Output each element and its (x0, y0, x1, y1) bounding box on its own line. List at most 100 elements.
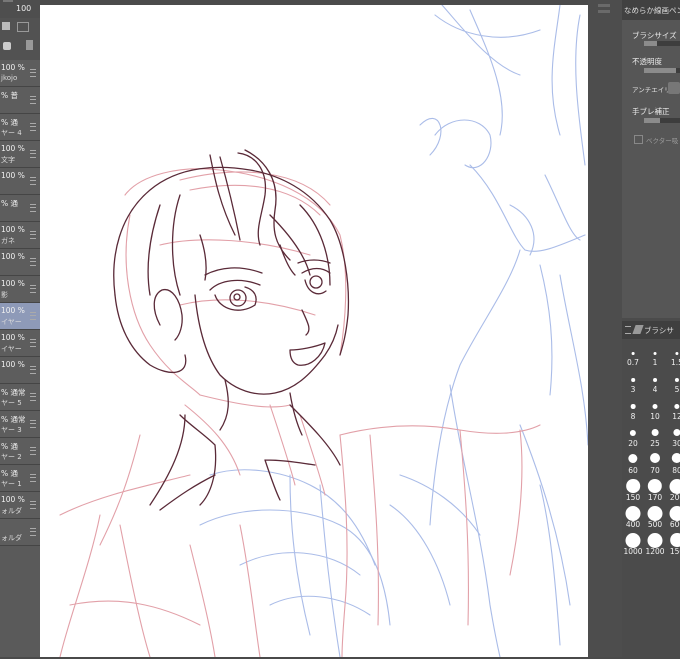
layer-name: ヤー 3 (1, 425, 22, 435)
brush-size-cell[interactable]: 500 (644, 504, 666, 531)
antialias-icon[interactable] (668, 82, 680, 94)
brush-size-header: ブラシサ (622, 321, 680, 339)
panel-grip-icon[interactable] (598, 4, 610, 7)
brush-size-dot-icon (670, 533, 680, 547)
layer-grip-icon[interactable] (30, 96, 36, 104)
menu-icon[interactable] (625, 326, 631, 334)
layer-grip-icon[interactable] (30, 528, 36, 536)
brush-size-cell[interactable]: 1.5 (666, 342, 680, 369)
layer-grip-icon[interactable] (30, 501, 36, 509)
layer-opacity: % 通常 (1, 387, 26, 398)
layer-grip-icon[interactable] (30, 150, 36, 158)
layer-grip-icon[interactable] (30, 366, 36, 374)
layer-row[interactable]: 100 % (0, 168, 40, 195)
layer-grip-icon[interactable] (30, 69, 36, 77)
stabilizer-slider[interactable] (644, 118, 680, 123)
brush-size-cell[interactable]: 10 (644, 396, 666, 423)
layer-opacity: 100 % (1, 144, 25, 153)
layer-grip-icon[interactable] (30, 339, 36, 347)
brush-size-dot-icon (648, 506, 663, 521)
brush-size-dot-icon (632, 352, 635, 355)
brush-size-cell[interactable]: 0.7 (622, 342, 644, 369)
brush-size-cell[interactable]: 400 (622, 504, 644, 531)
brush-size-cell[interactable]: 600 (666, 504, 680, 531)
layer-grip-icon[interactable] (30, 447, 36, 455)
layer-grip-icon[interactable] (30, 258, 36, 266)
brush-size-cell[interactable]: 12 (666, 396, 680, 423)
layer-grip-icon[interactable] (30, 231, 36, 239)
layer-row[interactable]: 100 %文字 (0, 141, 40, 168)
layer-grip-icon[interactable] (30, 393, 36, 401)
drawing-canvas[interactable] (40, 5, 588, 657)
tool-property-panel: なめらか線画ペン ブラシサイズ 不透明度 アンチエイリ 手ブレ補正 ベクター吸 (622, 0, 680, 318)
layer-row[interactable]: % 通常ヤー 3 (0, 411, 40, 438)
brush-size-value: 150 (666, 547, 680, 556)
brush-size-cell[interactable]: 1 (644, 342, 666, 369)
layer-row[interactable]: 100 % (0, 357, 40, 384)
brush-size-cell[interactable]: 25 (644, 423, 666, 450)
new-raster-layer-icon[interactable] (2, 22, 10, 30)
layer-row[interactable]: ォルダ (0, 519, 40, 546)
brush-size-dot-icon (648, 533, 663, 548)
layer-row[interactable]: % 普 (0, 87, 40, 114)
brush-size-dot-icon (631, 378, 635, 382)
brush-size-cell[interactable]: 1000 (622, 531, 644, 558)
layer-row[interactable]: 100 %ガネ (0, 222, 40, 249)
layer-row[interactable]: 100 %jkojo (0, 60, 40, 87)
layer-opacity: % 通 (1, 468, 18, 479)
layer-opacity: 100 % (1, 333, 25, 342)
brush-size-cell[interactable]: 70 (644, 450, 666, 477)
brush-size-cell[interactable]: 170 (644, 477, 666, 504)
layer-grip-icon[interactable] (30, 474, 36, 482)
brush-size-cell[interactable]: 80 (666, 450, 680, 477)
layer-row[interactable]: % 通 (0, 195, 40, 222)
stabilizer-fill (644, 118, 660, 123)
brush-size-cell[interactable]: 5 (666, 369, 680, 396)
brush-size-cell[interactable]: 4 (644, 369, 666, 396)
panel-grip-icon[interactable] (598, 10, 610, 13)
layer-opacity: 100 % (1, 360, 25, 369)
layer-row[interactable]: 100 % (0, 249, 40, 276)
brush-size-dot-icon (648, 479, 662, 493)
vector-magnet-checkbox[interactable] (634, 135, 643, 144)
opacity-slider[interactable] (644, 68, 680, 73)
layer-grip-icon[interactable] (30, 204, 36, 212)
layer-row[interactable]: 100 %影 (0, 276, 40, 303)
stabilizer-label: 手ブレ補正 (632, 106, 670, 117)
layer-zoom[interactable]: 100 (16, 4, 31, 13)
layer-grip-icon[interactable] (30, 420, 36, 428)
layer-row[interactable]: 100 %イヤー (0, 303, 40, 330)
brush-size-dot-icon (670, 479, 680, 494)
brush-size-value: 12 (666, 412, 680, 421)
brush-size-cell[interactable]: 200 (666, 477, 680, 504)
layer-grip-icon[interactable] (30, 285, 36, 293)
layer-row[interactable]: 100 %ォルダ (0, 492, 40, 519)
layer-row[interactable]: % 通ヤー 1 (0, 465, 40, 492)
brush-size-cell[interactable]: 20 (622, 423, 644, 450)
brush-size-cell[interactable]: 60 (622, 450, 644, 477)
brush-size-cell[interactable]: 150 (666, 531, 680, 558)
brush-size-cell[interactable]: 8 (622, 396, 644, 423)
layer-grip-icon[interactable] (30, 123, 36, 131)
brush-size-slider[interactable] (644, 41, 680, 46)
layer-row[interactable]: % 通ヤー 4 (0, 114, 40, 141)
brush-size-cell[interactable]: 1200 (644, 531, 666, 558)
layer-grip-icon[interactable] (30, 312, 36, 320)
layer-row[interactable]: 100 %イヤー (0, 330, 40, 357)
brush-size-cell[interactable]: 30 (666, 423, 680, 450)
brush-size-cell[interactable]: 150 (622, 477, 644, 504)
layer-opacity: 100 % (1, 252, 25, 261)
layer-name: イヤー (1, 317, 22, 327)
layer-mask-icon[interactable] (3, 42, 11, 50)
new-vector-layer-icon[interactable] (17, 22, 29, 32)
layer-grip-icon[interactable] (30, 177, 36, 185)
trash-icon[interactable] (26, 40, 33, 50)
brush-size-dot-icon (631, 404, 636, 409)
layer-row[interactable]: % 通常ヤー 5 (0, 384, 40, 411)
brush-size-value: 8 (622, 412, 644, 421)
brush-size-cell[interactable]: 3 (622, 369, 644, 396)
brush-size-dot-icon (650, 453, 660, 463)
layer-name: ヤー 5 (1, 398, 22, 408)
layer-row[interactable]: % 通ヤー 2 (0, 438, 40, 465)
brush-size-dot-icon (628, 454, 637, 463)
